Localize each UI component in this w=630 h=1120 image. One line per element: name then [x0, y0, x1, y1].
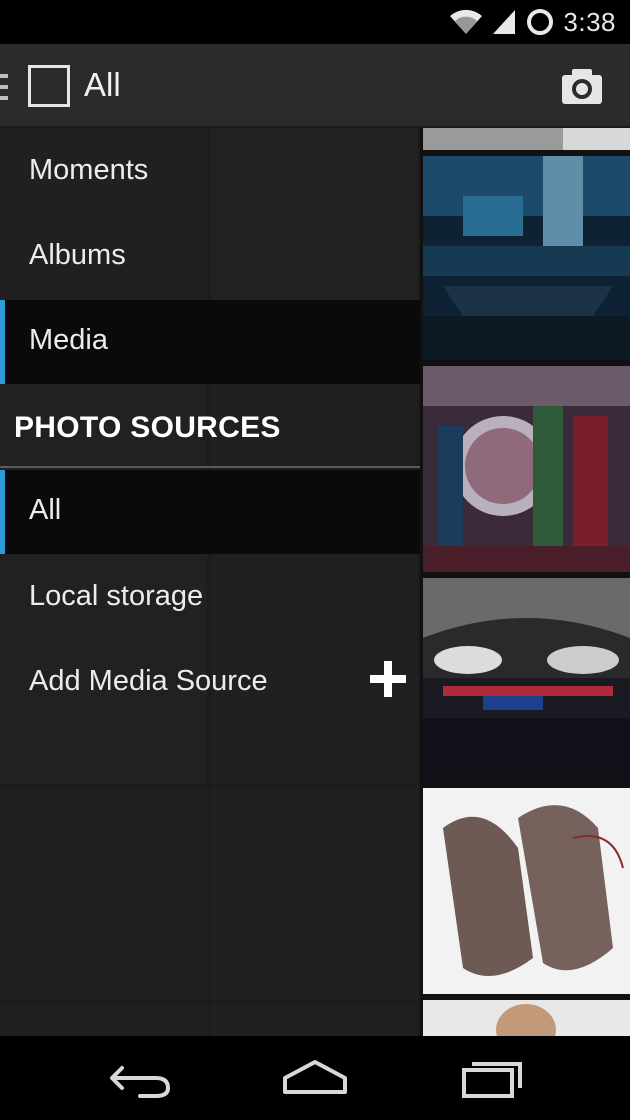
app-icon[interactable]: [28, 65, 70, 107]
photo-thumbnail[interactable]: [423, 788, 630, 994]
home-icon[interactable]: [275, 1054, 355, 1102]
photo-thumbnail[interactable]: [423, 156, 630, 360]
camera-icon[interactable]: [560, 66, 604, 106]
drawer-item-label: Add Media Source: [29, 665, 268, 697]
photo-thumbnail[interactable]: [423, 1000, 630, 1036]
photo-thumbnail[interactable]: [423, 578, 630, 782]
drawer-item-moments[interactable]: Moments: [0, 130, 420, 214]
drawer-item-label: Albums: [29, 239, 126, 271]
wifi-icon: [450, 9, 483, 35]
section-divider: [0, 466, 420, 468]
drawer-item-media[interactable]: Media: [0, 300, 420, 384]
plus-icon[interactable]: [370, 661, 406, 697]
section-header-photo-sources: PHOTO SOURCES: [0, 385, 420, 469]
drawer-item-label: Local storage: [29, 580, 204, 612]
drawer-item-add-media-source[interactable]: Add Media Source: [0, 641, 420, 725]
status-icons: 3:38: [449, 0, 616, 44]
battery-loading-icon: [527, 9, 554, 35]
drawer-item-albums[interactable]: Albums: [0, 215, 420, 299]
action-bar: All: [0, 44, 630, 128]
drawer-item-label: Moments: [29, 154, 149, 186]
content-area: Moments Albums Media PHOTO SOURCES All L…: [0, 128, 630, 1036]
system-nav-bar: [0, 1036, 630, 1120]
clock: 3:38: [563, 6, 616, 37]
drawer-item-label: Media: [29, 324, 108, 356]
back-icon[interactable]: [100, 1054, 180, 1102]
signal-icon: [493, 10, 516, 34]
section-header-label: PHOTO SOURCES: [14, 411, 281, 444]
status-bar: 3:38: [0, 0, 630, 44]
photo-thumbnail[interactable]: [423, 128, 630, 150]
menu-icon[interactable]: [0, 74, 8, 100]
recents-icon[interactable]: [452, 1054, 532, 1102]
drawer-item-label: All: [29, 494, 62, 526]
navigation-drawer: Moments Albums Media PHOTO SOURCES All L…: [0, 128, 420, 1036]
drawer-item-local-storage[interactable]: Local storage: [0, 556, 420, 640]
photo-thumbnail[interactable]: [423, 366, 630, 572]
drawer-item-source-all[interactable]: All: [0, 470, 420, 554]
page-title[interactable]: All: [84, 66, 121, 104]
